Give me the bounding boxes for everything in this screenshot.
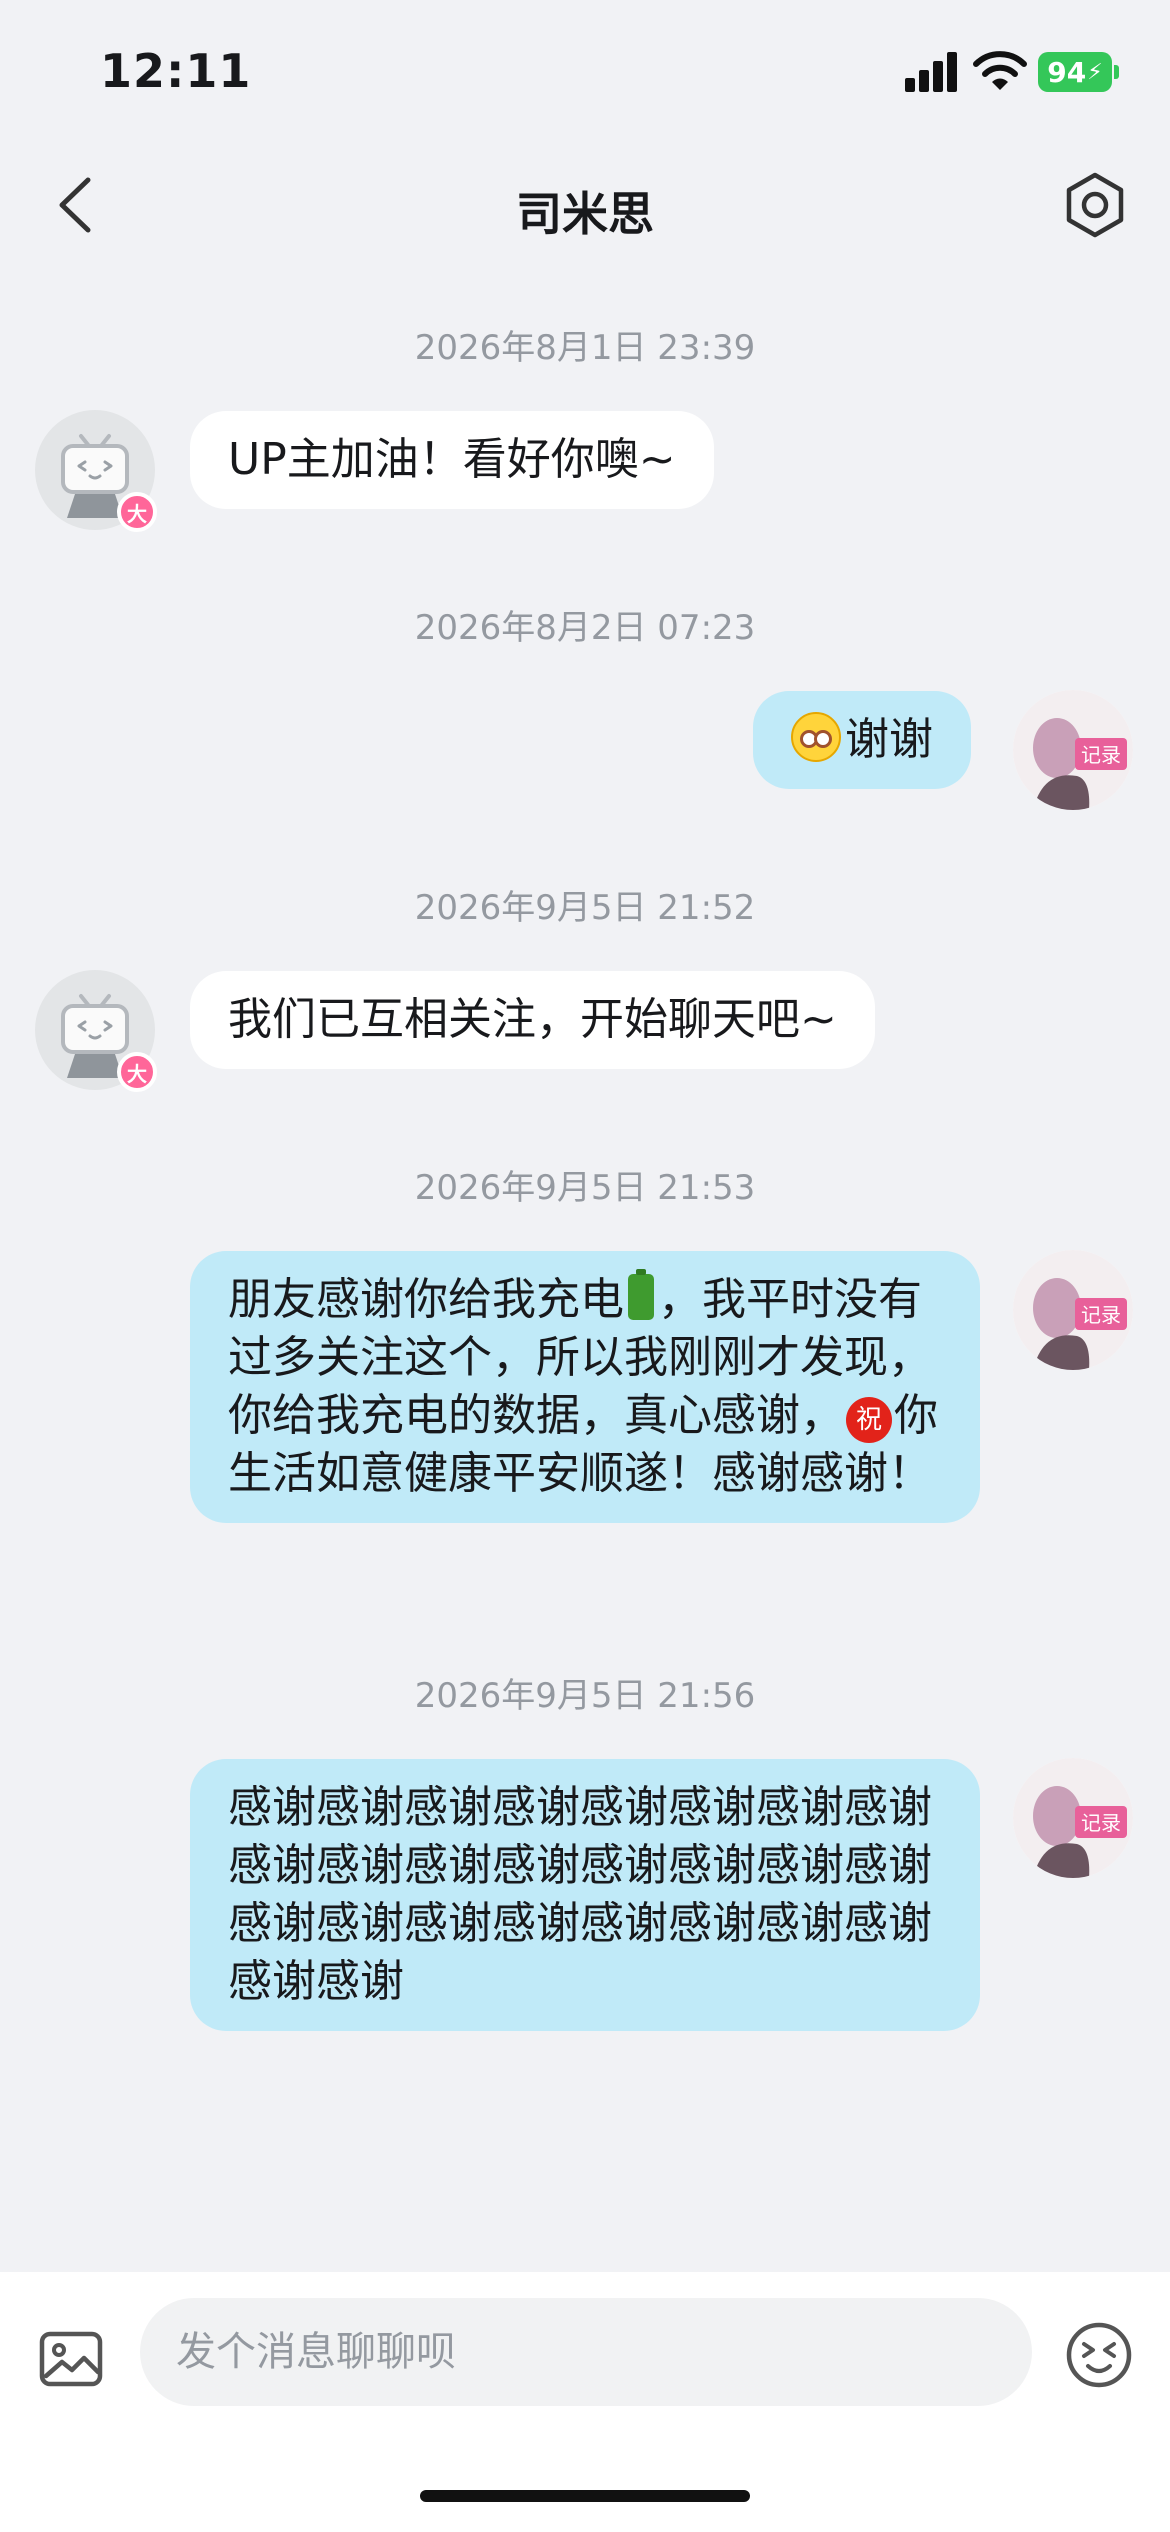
nav-bar: 司米思 [0, 150, 1170, 260]
cellular-signal-icon [905, 52, 961, 92]
message-bubble-sent: 感谢感谢感谢感谢感谢感谢感谢感谢感谢感谢感谢感谢感谢感谢感谢感谢感谢感谢感谢感谢… [190, 1759, 980, 2031]
battery-emoji-icon [628, 1269, 654, 1320]
user-avatar-image: 记录 [1013, 1758, 1133, 1878]
message-timestamp: 2026年9月5日 21:52 [414, 888, 756, 928]
message-timestamp: 2026年8月1日 23:39 [414, 328, 756, 368]
status-time: 12:11 [100, 44, 252, 98]
message-bubble-received: 我们已互相关注，开始聊天吧~ [190, 971, 875, 1069]
image-icon[interactable] [38, 2330, 104, 2390]
message-text: 谢谢 [845, 714, 933, 765]
message-bubble-received: UP主加油！看好你噢~ [190, 411, 714, 509]
user-avatar-image: 记录 [1013, 690, 1133, 810]
message-timestamp: 2026年9月5日 21:53 [414, 1168, 756, 1208]
message-text: 感谢感谢感谢感谢感谢感谢感谢感谢感谢感谢感谢感谢感谢感谢感谢感谢感谢感谢感谢感谢… [228, 1782, 932, 2007]
message-text: 我们已互相关注，开始聊天吧~ [228, 994, 837, 1045]
vip-badge: 大 [117, 492, 157, 532]
status-bar: 12:11 94 ⚡ [0, 0, 1170, 140]
message-input-bar [0, 2272, 1170, 2532]
message-timestamp: 2026年8月2日 07:23 [414, 608, 756, 648]
avatar-self[interactable]: 记录 [1013, 1758, 1133, 1878]
smile-emoji-icon [791, 712, 841, 762]
zhu-blessing-emoji-icon: 祝 [846, 1397, 892, 1443]
settings-icon[interactable] [1060, 170, 1130, 240]
message-bubble-sent: 朋友感谢你给我充电 ，我平时没有过多关注这个，所以我刚刚才发现，你给我充电的数据，… [190, 1251, 980, 1523]
avatar-self[interactable]: 记录 [1013, 690, 1133, 810]
message-text: UP主加油！看好你噢~ [228, 434, 676, 485]
avatar-tv-bot[interactable]: 大 [35, 410, 157, 532]
emoji-icon[interactable] [1064, 2320, 1134, 2390]
message-timestamp: 2026年9月5日 21:56 [414, 1676, 756, 1716]
home-indicator[interactable] [420, 2490, 750, 2502]
message-bubble-sent: 谢谢 [753, 691, 971, 789]
page-title: 司米思 [516, 187, 654, 241]
vip-badge: 大 [117, 1052, 157, 1092]
svg-text:记录: 记录 [1081, 743, 1121, 767]
charging-bolt-icon: ⚡ [1087, 59, 1103, 85]
message-input[interactable] [140, 2298, 1032, 2406]
user-avatar-image: 记录 [1013, 1250, 1133, 1370]
battery-level: 94 [1047, 55, 1087, 89]
svg-text:记录: 记录 [1081, 1811, 1121, 1835]
svg-text:记录: 记录 [1081, 1303, 1121, 1327]
avatar-self[interactable]: 记录 [1013, 1250, 1133, 1370]
battery-indicator: 94 ⚡ [1038, 52, 1119, 92]
message-text-part: 朋友感谢你给我充电 [228, 1274, 624, 1325]
wifi-icon [973, 51, 1027, 90]
avatar-tv-bot[interactable]: 大 [35, 970, 157, 1092]
